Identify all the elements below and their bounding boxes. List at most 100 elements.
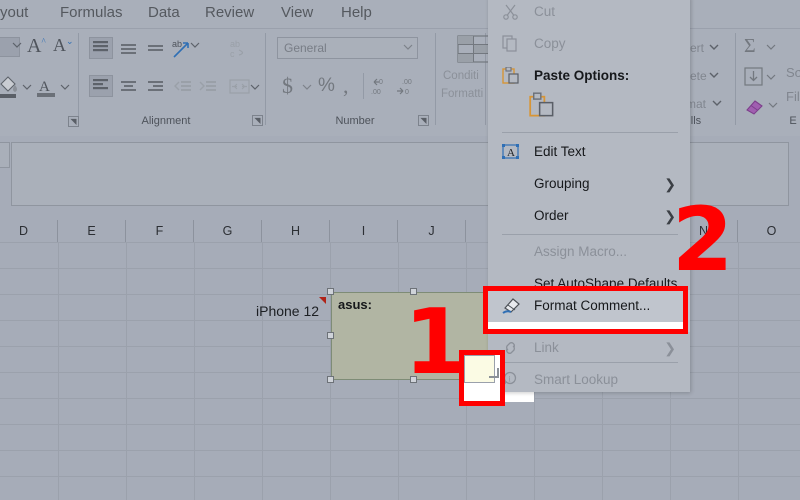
menu-item-smart-lookup[interactable]: i Smart Lookup (488, 364, 690, 396)
number-format-combo[interactable]: General (277, 37, 418, 59)
shape-handle-top-left[interactable] (327, 288, 334, 295)
font-dialog-launcher[interactable]: ◥ (68, 116, 79, 127)
align-middle-icon[interactable] (119, 41, 139, 57)
name-box[interactable] (0, 142, 10, 168)
group-divider-alignment (265, 33, 266, 125)
column-header-d[interactable]: D (0, 220, 58, 242)
chevron-down-icon[interactable] (250, 83, 260, 91)
chevron-down-icon[interactable] (190, 41, 200, 49)
autosum-icon[interactable]: Σ (744, 35, 756, 58)
align-bottom-icon[interactable] (146, 43, 166, 57)
excel-window: yout Formulas Data Review View Help A^ A… (0, 0, 800, 500)
percent-format-icon[interactable]: % (318, 75, 335, 97)
link-icon (502, 339, 522, 357)
shape-handle-bottom-left[interactable] (327, 376, 334, 383)
font-color-icon[interactable]: A (36, 75, 58, 99)
gridline-vertical (738, 242, 739, 500)
menu-label-order: Order (534, 208, 569, 223)
wrap-text-icon[interactable]: ab c (228, 37, 252, 61)
group-label-number: Number (335, 115, 375, 127)
increase-font-size-icon[interactable]: A^ (27, 35, 46, 58)
chevron-down-icon[interactable] (766, 43, 776, 51)
tab-page-layout[interactable]: yout (0, 4, 28, 21)
shape-handle-middle-left[interactable] (327, 332, 334, 339)
cell-value-iphone12[interactable]: iPhone 12 (256, 303, 319, 319)
chevron-down-icon[interactable] (302, 83, 312, 91)
tab-help[interactable]: Help (341, 4, 372, 21)
annotation-box-format-comment (483, 286, 688, 334)
paste-option-keep-source-formatting[interactable] (528, 92, 568, 126)
number-dialog-launcher[interactable]: ◥ (418, 115, 429, 126)
tab-view[interactable]: View (281, 4, 313, 21)
chevron-down-icon[interactable] (709, 71, 719, 79)
menu-item-assign-macro[interactable]: Assign Macro... (488, 236, 690, 268)
copy-icon (502, 35, 522, 53)
comment-author-label: asus: (338, 297, 372, 312)
clear-eraser-icon[interactable] (744, 97, 766, 117)
menu-item-grouping[interactable]: Grouping ❯ (488, 168, 690, 200)
svg-text:A: A (39, 79, 50, 95)
chevron-down-icon[interactable] (22, 83, 32, 91)
chevron-down-icon[interactable] (766, 73, 776, 81)
menu-label-grouping: Grouping (534, 176, 590, 191)
annotation-step-2: 2 (672, 188, 734, 291)
chevron-down-icon[interactable] (712, 99, 722, 107)
chevron-down-icon[interactable] (60, 83, 70, 91)
chevron-down-icon[interactable] (403, 43, 413, 51)
insert-cells-label[interactable]: ert (690, 41, 704, 55)
decrease-decimal-icon[interactable]: .00 0 (396, 77, 418, 97)
menu-item-link[interactable]: Link ❯ (488, 332, 690, 364)
delete-cells-label[interactable]: ete (690, 69, 707, 83)
conditional-formatting-icon[interactable] (457, 35, 491, 65)
column-header-e[interactable]: E (58, 220, 126, 242)
column-header-h[interactable]: H (262, 220, 330, 242)
menu-item-cut[interactable]: Cut (488, 0, 690, 28)
chevron-down-icon[interactable] (768, 101, 778, 109)
column-header-i[interactable]: I (330, 220, 398, 242)
conditional-formatting-label-line1: Conditi (443, 70, 479, 82)
chevron-down-icon[interactable] (12, 41, 22, 49)
menu-item-paste-options[interactable]: Paste Options: (488, 60, 690, 92)
menu-label-copy: Copy (534, 36, 566, 51)
svg-text:.00: .00 (371, 89, 381, 96)
fill-color-icon[interactable] (0, 75, 20, 99)
svg-text:.00: .00 (402, 79, 412, 86)
menu-label-cut: Cut (534, 4, 556, 19)
gridline-vertical (194, 242, 195, 500)
menu-item-copy[interactable]: Copy (488, 28, 690, 60)
menu-divider (502, 132, 678, 133)
decrease-indent-icon[interactable] (173, 79, 193, 95)
menu-item-edit-text[interactable]: A Edit Text (488, 136, 690, 168)
edit-text-icon: A (502, 143, 522, 161)
currency-format-icon[interactable]: $ (282, 73, 293, 99)
align-left-button[interactable] (89, 75, 113, 97)
svg-text:0: 0 (379, 79, 383, 86)
find-select-label[interactable]: Fil (786, 89, 800, 104)
column-header-g[interactable]: G (194, 220, 262, 242)
merge-center-icon[interactable] (228, 77, 252, 97)
group-label-alignment: Alignment (141, 115, 191, 127)
comma-format-icon[interactable]: , (343, 73, 349, 99)
increase-decimal-icon[interactable]: 0 .00 (370, 77, 392, 97)
sort-filter-label[interactable]: Sσ (786, 65, 800, 80)
menu-item-order[interactable]: Order ❯ (488, 200, 690, 232)
chevron-down-icon[interactable] (709, 43, 719, 51)
column-header-f[interactable]: F (126, 220, 194, 242)
tab-formulas[interactable]: Formulas (60, 4, 123, 21)
svg-text:0: 0 (405, 89, 409, 96)
align-top-button[interactable] (89, 37, 113, 59)
chevron-right-icon: ❯ (664, 340, 676, 356)
align-center-icon[interactable] (119, 79, 139, 95)
align-right-icon[interactable] (146, 79, 166, 95)
column-header-o[interactable]: O (738, 220, 800, 242)
increase-indent-icon[interactable] (198, 79, 218, 95)
group-divider-font (78, 33, 79, 125)
scissors-icon (502, 3, 522, 21)
tab-review[interactable]: Review (205, 4, 254, 21)
alignment-dialog-launcher[interactable]: ◥ (252, 115, 263, 126)
fill-down-icon[interactable] (744, 67, 764, 87)
column-header-j[interactable]: J (398, 220, 466, 242)
decrease-font-size-icon[interactable]: A⌄ (53, 35, 74, 56)
menu-label-smart-lookup: Smart Lookup (534, 372, 619, 387)
tab-data[interactable]: Data (148, 4, 180, 21)
